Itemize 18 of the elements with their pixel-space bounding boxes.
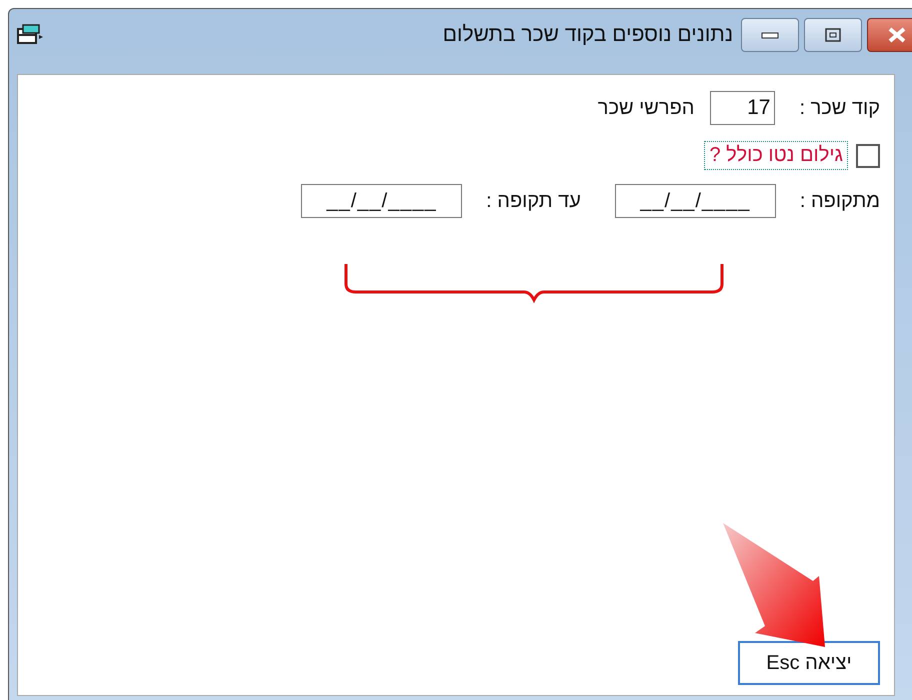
- checkbox-label[interactable]: גילום נטו כולל ?: [704, 141, 848, 170]
- salary-code-label: קוד שכר :: [799, 96, 880, 120]
- close-button[interactable]: [867, 18, 912, 52]
- salary-code-description: הפרשי שכר: [598, 96, 694, 120]
- minimize-button[interactable]: [741, 18, 799, 52]
- from-period-label: מתקופה :: [800, 190, 880, 212]
- minimize-icon: [760, 30, 780, 40]
- close-icon: [887, 27, 907, 43]
- from-date-field[interactable]: __/__/____: [614, 184, 776, 218]
- app-icon: [15, 23, 45, 47]
- to-date-field[interactable]: __/__/____: [301, 184, 462, 218]
- maximize-button[interactable]: [804, 18, 862, 52]
- checkbox[interactable]: [856, 144, 880, 168]
- exit-button[interactable]: יציאה Esc: [738, 641, 880, 685]
- salary-code-field[interactable]: 17: [710, 91, 776, 125]
- window-title: נתונים נוספים בקוד שכר בתשלום: [442, 23, 733, 47]
- to-period-label: עד תקופה :: [486, 190, 581, 212]
- maximize-icon: [825, 28, 841, 42]
